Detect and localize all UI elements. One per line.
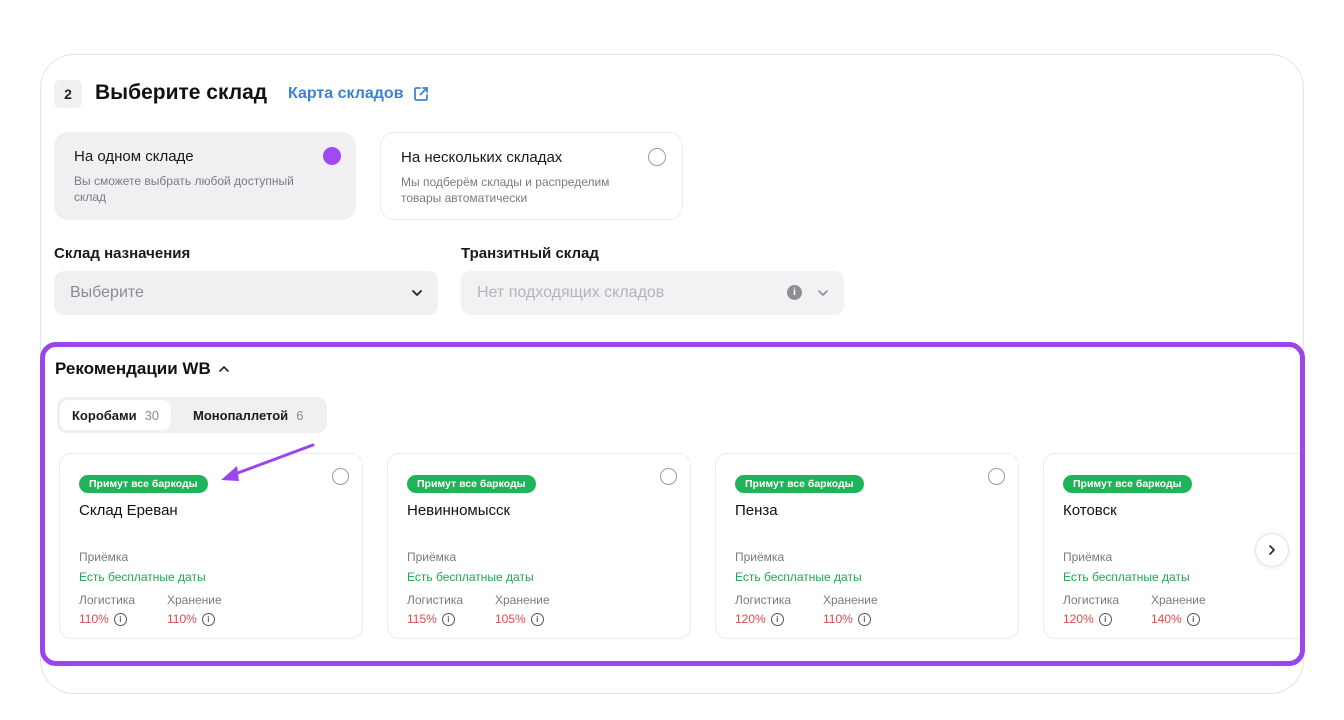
tab-label: Коробами [72, 407, 137, 423]
all-barcodes-badge: Примут все баркоды [79, 475, 208, 493]
acceptance-label: Приёмка [1063, 550, 1113, 564]
transit-warehouse-label: Транзитный склад [461, 245, 599, 262]
warehouse-map-link[interactable]: Карта складов [288, 85, 430, 103]
info-icon[interactable]: i [770, 612, 784, 626]
option-description: Вы сможете выбрать любой доступный склад [74, 174, 294, 204]
radio-selected[interactable] [323, 147, 341, 165]
storage-label: Хранение [495, 593, 550, 607]
warehouse-card[interactable]: Примут все баркоды Пенза Приёмка Есть бе… [715, 453, 1019, 639]
tab-count: 6 [296, 407, 304, 423]
storage-coefficient: 105% i [495, 612, 544, 626]
packaging-tabs: Коробами 30 Монопаллетой 6 [57, 397, 327, 433]
warehouse-card[interactable]: Примут все баркоды Невинномысск Приёмка … [387, 453, 691, 639]
select-placeholder: Нет подходящих складов [477, 284, 665, 301]
logistics-coefficient: 120% i [735, 612, 784, 626]
info-icon[interactable]: i [441, 612, 455, 626]
chevron-down-icon [412, 290, 422, 296]
option-single-warehouse[interactable]: На одном складе Вы сможете выбрать любой… [54, 132, 356, 220]
logistics-coefficient: 120% i [1063, 612, 1112, 626]
page-title: Выберите склад [95, 81, 268, 104]
storage-value: 140% [1151, 612, 1182, 626]
radio-unselected[interactable] [648, 148, 666, 166]
all-barcodes-badge: Примут все баркоды [407, 475, 536, 493]
free-dates-status: Есть бесплатные даты [407, 570, 534, 584]
card-radio[interactable] [988, 468, 1005, 485]
tab-boxes[interactable]: Коробами 30 [60, 400, 172, 430]
logistics-coefficient: 110% i [79, 612, 127, 626]
tab-count: 30 [144, 407, 160, 423]
recommendations-toggle[interactable]: Рекомендации WB [55, 359, 231, 379]
carousel-next-button[interactable] [1255, 533, 1289, 567]
logistics-label: Логистика [79, 593, 136, 607]
logistics-label: Логистика [1063, 593, 1120, 607]
storage-label: Хранение [1151, 593, 1206, 607]
logistics-label: Логистика [407, 593, 464, 607]
warehouse-name: Склад Ереван [79, 502, 178, 519]
info-icon[interactable]: i [530, 612, 544, 626]
option-description: Мы подберём склады и распределим товары … [401, 175, 610, 205]
warehouse-map-link-label: Карта складов [288, 85, 404, 102]
option-multiple-warehouses[interactable]: На нескольких складах Мы подберём склады… [380, 132, 683, 220]
logistics-label: Логистика [735, 593, 792, 607]
logistics-value: 115% [407, 612, 437, 626]
annotation-arrow-icon [221, 443, 315, 481]
external-link-icon [413, 87, 428, 101]
info-icon[interactable]: i [787, 285, 802, 300]
acceptance-label: Приёмка [79, 550, 129, 564]
all-barcodes-badge: Примут все баркоды [1063, 475, 1192, 493]
logistics-coefficient: 115% i [407, 612, 455, 626]
storage-value: 110% [167, 612, 197, 626]
wb-recommendations-section: Рекомендации WB Коробами 30 Монопаллетой… [40, 342, 1305, 666]
card-radio[interactable] [660, 468, 677, 485]
info-icon[interactable]: i [201, 612, 215, 626]
transit-warehouse-select[interactable]: Нет подходящих складов i [461, 271, 844, 315]
option-title: На нескольких складах [401, 149, 563, 166]
storage-coefficient: 110% i [167, 612, 215, 626]
chevron-right-icon [1269, 545, 1275, 555]
storage-label: Хранение [823, 593, 878, 607]
tab-label: Монопаллетой [193, 407, 289, 423]
select-value: Выберите [70, 284, 144, 301]
option-title: На одном складе [74, 148, 194, 165]
storage-label: Хранение [167, 593, 222, 607]
warehouse-name: Невинномысск [407, 502, 511, 519]
free-dates-status: Есть бесплатные даты [1063, 570, 1190, 584]
info-icon[interactable]: i [1186, 612, 1200, 626]
info-icon[interactable]: i [857, 612, 871, 626]
logistics-value: 120% [735, 612, 766, 626]
destination-warehouse-label: Склад назначения [54, 245, 191, 262]
logistics-value: 110% [79, 612, 109, 626]
warehouse-name: Пенза [735, 502, 778, 519]
card-radio[interactable] [332, 468, 349, 485]
chevron-up-icon [218, 366, 229, 372]
warehouse-name: Котовск [1063, 502, 1117, 519]
tab-monopallet[interactable]: Монопаллетой 6 [181, 400, 315, 430]
acceptance-label: Приёмка [407, 550, 457, 564]
free-dates-status: Есть бесплатные даты [735, 570, 862, 584]
storage-coefficient: 110% i [823, 612, 871, 626]
all-barcodes-badge: Примут все баркоды [735, 475, 864, 493]
acceptance-label: Приёмка [735, 550, 785, 564]
destination-warehouse-select[interactable]: Выберите [54, 271, 438, 315]
storage-coefficient: 140% i [1151, 612, 1200, 626]
free-dates-status: Есть бесплатные даты [79, 570, 206, 584]
logistics-value: 120% [1063, 612, 1094, 626]
chevron-down-icon [818, 290, 828, 296]
storage-value: 110% [823, 612, 853, 626]
info-icon[interactable]: i [1098, 612, 1112, 626]
step-number-badge: 2 [54, 80, 82, 108]
storage-value: 105% [495, 612, 526, 626]
info-icon[interactable]: i [113, 612, 127, 626]
recommendations-title: Рекомендации WB [55, 359, 211, 378]
